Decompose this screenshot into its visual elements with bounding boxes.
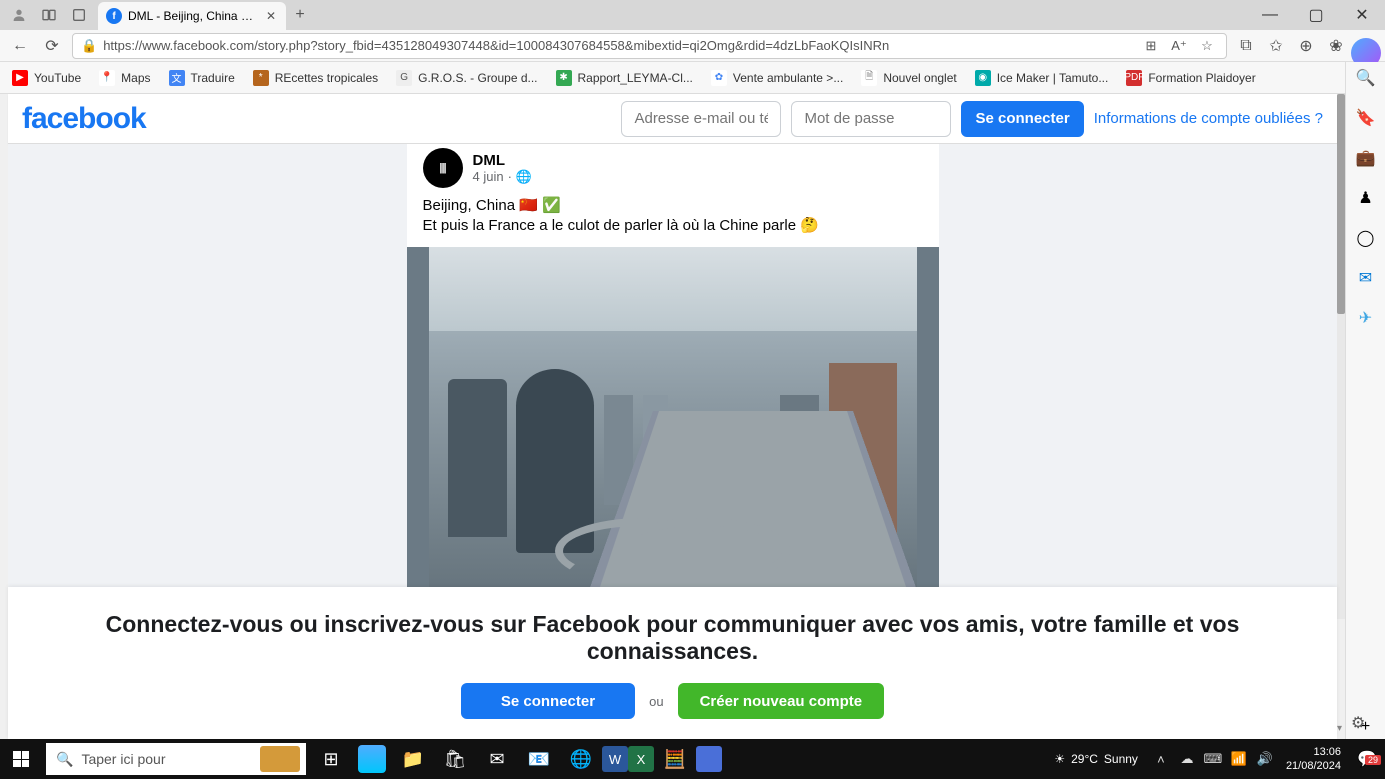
forgot-password-link[interactable]: Informations de compte oubliées ? [1094, 110, 1323, 127]
taskbar-app-icon[interactable] [696, 746, 722, 772]
taskbar-excel-icon[interactable]: X [628, 746, 654, 772]
taskbar-clock[interactable]: 13:06 21/08/2024 [1278, 745, 1349, 774]
post-author[interactable]: DML [473, 152, 533, 169]
bookmarks-bar: ▶YouTube 📍Maps 文Traduire *REcettes tropi… [0, 62, 1385, 94]
post: ||| DML 4 juin · 🌐 Beijing, China 🇨🇳 ✅ E… [407, 144, 939, 619]
tab-actions-icon[interactable] [70, 6, 88, 24]
footer-or-text: ou [649, 694, 663, 709]
footer-login-button[interactable]: Se connecter [461, 683, 635, 719]
tray-cloud-icon[interactable]: ☁ [1174, 751, 1200, 767]
taskbar-outlook-icon[interactable]: 📧 [518, 739, 560, 779]
scrollbar-thumb[interactable] [1337, 94, 1345, 314]
bookmark-recettes[interactable]: *REcettes tropicales [253, 70, 378, 86]
password-input[interactable] [791, 101, 951, 137]
login-prompt-footer: Connectez-vous ou inscrivez-vous sur Fac… [8, 587, 1337, 739]
taskbar-notifications[interactable]: 💬29 [1349, 749, 1385, 769]
sidebar-search-icon[interactable]: 🔍 [1354, 66, 1378, 90]
browser-titlebar: f DML - Beijing, China ᴄɴ ✅ Et pu... ✕ +… [0, 0, 1385, 30]
taskbar-store-icon[interactable]: 🛍 [434, 739, 476, 779]
bookmark-maps[interactable]: 📍Maps [99, 70, 150, 86]
new-tab-button[interactable]: + [286, 1, 314, 29]
url-input[interactable]: 🔒 https://www.facebook.com/story.php?sto… [72, 33, 1227, 59]
sidebar-games-icon[interactable]: ♟ [1354, 186, 1378, 210]
edge-sidebar: 🔍 🔖 💼 ♟ ◯ ✉ ✈ + [1345, 62, 1385, 739]
taskbar-explorer-icon[interactable]: 📁 [392, 739, 434, 779]
taskbar-weather[interactable]: ☀ 29°C Sunny [1044, 752, 1148, 766]
sidebar-365-icon[interactable]: ◯ [1354, 226, 1378, 250]
task-view-icon[interactable]: ⊞ [310, 739, 352, 779]
footer-create-account-button[interactable]: Créer nouveau compte [678, 683, 885, 719]
tray-wifi-icon[interactable]: 📶 [1226, 751, 1252, 767]
tray-volume-icon[interactable]: 🔊 [1252, 751, 1278, 767]
taskbar-calculator-icon[interactable]: 🧮 [654, 739, 696, 779]
taskbar-edge-icon[interactable] [358, 745, 386, 773]
email-input[interactable] [621, 101, 781, 137]
taskbar-word-icon[interactable]: W [602, 746, 628, 772]
sun-icon: ☀ [1054, 752, 1065, 766]
windows-taskbar: 🔍 Taper ici pour ⊞ 📁 🛍 ✉ 📧 🌐 W X 🧮 ☀ 29°… [0, 739, 1385, 779]
favorites-icon[interactable]: ✩ [1265, 35, 1287, 57]
taskbar-search[interactable]: 🔍 Taper ici pour [46, 743, 306, 775]
back-button[interactable]: ← [8, 34, 32, 58]
app-icon[interactable]: ⊞ [1140, 35, 1162, 57]
search-icon: 🔍 [56, 751, 73, 768]
profile-icon[interactable] [10, 6, 28, 24]
bookmark-nouvel-onglet[interactable]: 🗎Nouvel onglet [861, 70, 956, 86]
taskbar-chrome-icon[interactable]: 🌐 [560, 739, 602, 779]
scrollbar[interactable] [1337, 94, 1345, 619]
bookmark-gros[interactable]: GG.R.O.S. - Groupe d... [396, 70, 537, 86]
login-button[interactable]: Se connecter [961, 101, 1083, 137]
sidebar-tools-icon[interactable]: 💼 [1354, 146, 1378, 170]
sidebar-send-icon[interactable]: ✈ [1354, 306, 1378, 330]
sidebar-outlook-icon[interactable]: ✉ [1354, 266, 1378, 290]
workspaces-icon[interactable] [40, 6, 58, 24]
facebook-header: facebook Se connecter Informations de co… [8, 94, 1337, 144]
start-button[interactable] [0, 739, 42, 779]
post-meta: 4 juin · 🌐 [473, 169, 533, 185]
bookmark-rapport[interactable]: ✱Rapport_LEYMA-Cl... [556, 70, 693, 86]
facebook-logo[interactable]: facebook [22, 102, 146, 136]
bookmark-formation[interactable]: PDFFormation Plaidoyer [1126, 70, 1255, 86]
globe-icon: 🌐 [516, 169, 532, 185]
tray-language-icon[interactable]: ⌨ [1200, 751, 1226, 767]
browser-tab-active[interactable]: f DML - Beijing, China ᴄɴ ✅ Et pu... ✕ [98, 2, 286, 30]
lock-icon: 🔒 [81, 38, 97, 54]
url-text: https://www.facebook.com/story.php?story… [103, 38, 1134, 53]
refresh-button[interactable]: ⟳ [40, 34, 64, 58]
tab-close-button[interactable]: ✕ [264, 9, 278, 23]
extensions-icon[interactable]: ❀ [1325, 35, 1347, 57]
bookmark-youtube[interactable]: ▶YouTube [12, 70, 81, 86]
post-image[interactable] [407, 247, 939, 620]
bookmark-traduire[interactable]: 文Traduire [169, 70, 235, 86]
close-button[interactable]: ✕ [1339, 0, 1385, 30]
tray-chevron-icon[interactable]: ˄ [1148, 752, 1174, 767]
read-aloud-icon[interactable]: A⁺ [1168, 35, 1190, 57]
taskbar-mail-icon[interactable]: ✉ [476, 739, 518, 779]
post-avatar[interactable]: ||| [423, 148, 463, 188]
maximize-button[interactable]: ▢ [1293, 0, 1339, 30]
address-bar: ← ⟳ 🔒 https://www.facebook.com/story.php… [0, 30, 1385, 62]
favorite-icon[interactable]: ☆ [1196, 35, 1218, 57]
bookmark-ice-maker[interactable]: ◉Ice Maker | Tamuto... [975, 70, 1109, 86]
bookmark-vente[interactable]: ✿Vente ambulante >... [711, 70, 843, 86]
minimize-button[interactable]: — [1247, 0, 1293, 30]
footer-prompt-text: Connectez-vous ou inscrivez-vous sur Fac… [38, 611, 1307, 665]
favicon-icon: f [106, 8, 122, 24]
tab-title: DML - Beijing, China ᴄɴ ✅ Et pu... [128, 9, 258, 23]
collections-icon[interactable]: ⊕ [1295, 35, 1317, 57]
split-screen-icon[interactable]: ⧉ [1235, 35, 1257, 57]
search-highlight-icon [260, 746, 300, 772]
settings-gear-icon[interactable]: ⚙ [1351, 713, 1371, 733]
scroll-down-arrow[interactable]: ▾ [1337, 723, 1345, 735]
facebook-content: ||| DML 4 juin · 🌐 Beijing, China 🇨🇳 ✅ E… [8, 144, 1337, 619]
post-text: Beijing, China 🇨🇳 ✅ Et puis la France a … [407, 196, 939, 247]
sidebar-shopping-icon[interactable]: 🔖 [1354, 106, 1378, 130]
